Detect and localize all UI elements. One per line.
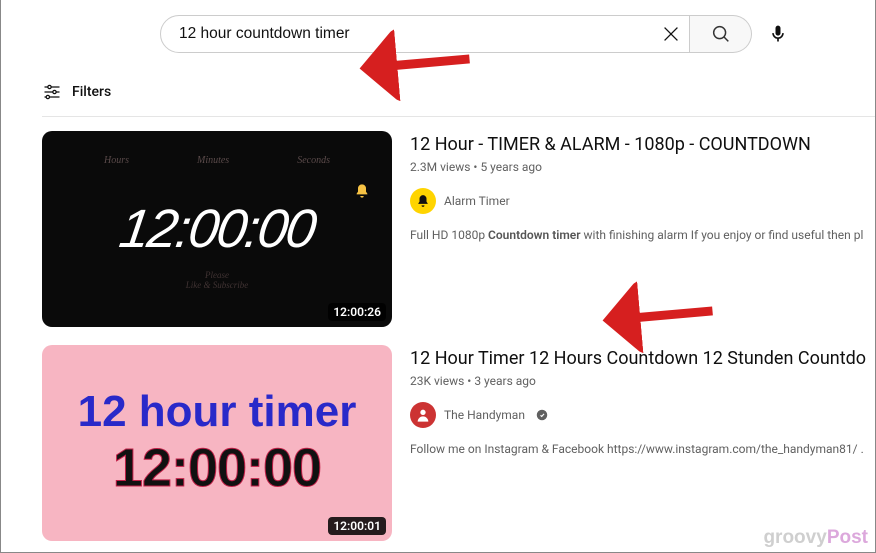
video-duration: 12:00:26 <box>328 303 386 321</box>
bell-icon <box>354 183 370 203</box>
thumbnail-subtext: Please Like & Subscribe <box>186 271 249 291</box>
thumbnail-digits: 12:00:00 <box>113 437 321 499</box>
video-thumbnail[interactable]: Hours Minutes Seconds 12:00:00 Please Li… <box>42 131 392 327</box>
video-thumbnail[interactable]: 12 hour timer 12:00:00 12:00:01 <box>42 345 392 541</box>
thumbnail-headline: 12 hour timer <box>78 387 357 437</box>
thumbnail-labels: Hours Minutes Seconds <box>42 155 392 166</box>
video-duration: 12:00:01 <box>328 517 386 535</box>
thumbnail-digits: 12:00:00 <box>116 198 319 260</box>
